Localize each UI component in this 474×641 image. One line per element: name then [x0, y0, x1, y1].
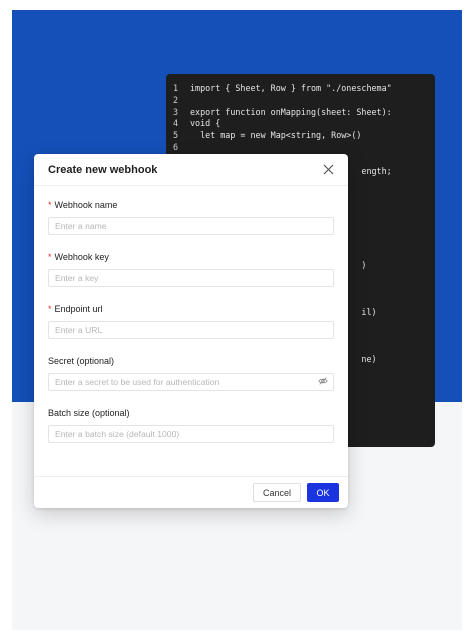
- ok-button[interactable]: OK: [307, 483, 339, 502]
- modal-body: * Webhook name * Webhook key * Endpoint …: [34, 186, 348, 443]
- secret-label: Secret (optional): [48, 355, 334, 367]
- webhook-name-field: * Webhook name: [48, 199, 334, 235]
- required-marker: *: [48, 304, 52, 314]
- code-text: void {: [190, 118, 221, 129]
- code-line: 1 import { Sheet, Row } from "./oneschema…: [166, 83, 435, 95]
- webhook-name-input[interactable]: [48, 217, 334, 235]
- endpoint-url-label-text: Endpoint url: [54, 304, 103, 314]
- close-button[interactable]: [320, 162, 336, 178]
- modal-title: Create new webhook: [48, 163, 158, 176]
- code-line: 2: [166, 95, 435, 107]
- code-text: let map = new Map<string, Row>(): [190, 130, 362, 141]
- webhook-key-label-text: Webhook key: [54, 252, 109, 262]
- line-number: 6: [173, 141, 179, 152]
- code-text: export function onMapping(sheet: Sheet):: [190, 106, 392, 117]
- line-number: 2: [173, 94, 179, 105]
- line-number: 1: [173, 83, 179, 93]
- endpoint-url-input[interactable]: [48, 321, 334, 339]
- batch-size-field: Batch size (optional): [48, 407, 334, 443]
- modal-footer: Cancel OK: [34, 476, 348, 508]
- secret-label-text: Secret (optional): [48, 356, 115, 366]
- code-line: 4 void {: [166, 118, 435, 130]
- required-marker: *: [48, 252, 52, 262]
- endpoint-url-label: * Endpoint url: [48, 303, 334, 315]
- secret-input-wrap: [48, 372, 334, 391]
- webhook-key-input[interactable]: [48, 269, 334, 287]
- create-webhook-modal: Create new webhook * Webhook name * Webh…: [34, 154, 348, 508]
- secret-field: Secret (optional): [48, 355, 334, 391]
- secret-input[interactable]: [48, 373, 334, 391]
- webhook-name-label: * Webhook name: [48, 199, 334, 211]
- code-line: 6: [166, 142, 435, 154]
- code-line: 5 let map = new Map<string, Row>(): [166, 130, 435, 142]
- close-icon: [323, 164, 333, 175]
- cancel-button[interactable]: Cancel: [253, 483, 301, 502]
- code-line: 3 export function onMapping(sheet: Sheet)…: [166, 107, 435, 119]
- endpoint-url-field: * Endpoint url: [48, 303, 334, 339]
- batch-size-label: Batch size (optional): [48, 407, 334, 419]
- webhook-name-label-text: Webhook name: [54, 200, 118, 210]
- line-number: 5: [173, 130, 179, 141]
- batch-size-label-text: Batch size (optional): [48, 408, 130, 418]
- line-number: 3: [173, 106, 179, 117]
- code-text: import { Sheet, Row } from "./oneschema": [190, 83, 392, 93]
- line-number: 4: [173, 118, 179, 129]
- eye-off-icon[interactable]: [318, 376, 328, 386]
- modal-header: Create new webhook: [34, 154, 348, 186]
- required-marker: *: [48, 200, 52, 210]
- webhook-key-label: * Webhook key: [48, 251, 334, 263]
- webhook-key-field: * Webhook key: [48, 251, 334, 287]
- batch-size-input[interactable]: [48, 425, 334, 443]
